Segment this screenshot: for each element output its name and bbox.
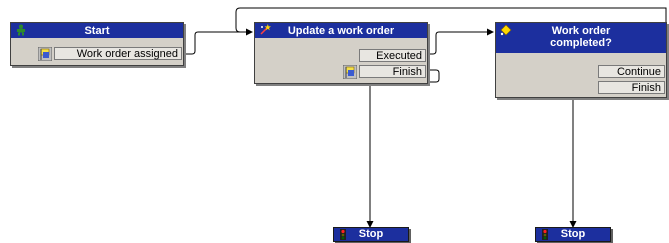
branch-update-finish[interactable]: Finish [343,65,426,79]
branch-work-order-assigned[interactable]: Work order assigned [38,47,182,61]
decision-node[interactable]: Work order completed? Continue Finish [495,22,667,98]
person-icon [17,24,25,36]
stop-node-right[interactable]: Stop [535,227,611,242]
decision-title-line2: completed? [550,37,612,49]
decision-title-line1: Work order [551,25,611,37]
checkered-flag-icon [38,47,52,61]
update-work-order-node[interactable]: Update a work order Executed Finish [254,22,428,84]
update-node-title: Update a work order [287,25,395,37]
magic-wand-icon [260,24,271,35]
stop-left-label: Stop [358,228,384,240]
stop-right-label: Stop [560,228,586,240]
connector-decision-finish-to-stop [573,85,669,227]
branch-continue[interactable]: Continue [598,65,665,78]
update-node-header: Update a work order [255,23,427,38]
decision-diamond-icon [500,24,512,36]
stop-node-left[interactable]: Stop [333,227,409,242]
branch-executed[interactable]: Executed [359,49,426,62]
decision-node-header: Work order completed? [496,23,666,53]
connector-assigned-to-update [186,28,253,55]
start-node[interactable]: Start Work order assigned [10,22,184,66]
connector-executed-to-decision [429,28,494,55]
branch-decision-finish[interactable]: Finish [598,81,665,94]
checkered-flag-icon [343,65,357,79]
start-node-header: Start [11,23,183,38]
start-node-title: Start [84,25,110,37]
connector-update-finish-to-stop [366,69,440,228]
